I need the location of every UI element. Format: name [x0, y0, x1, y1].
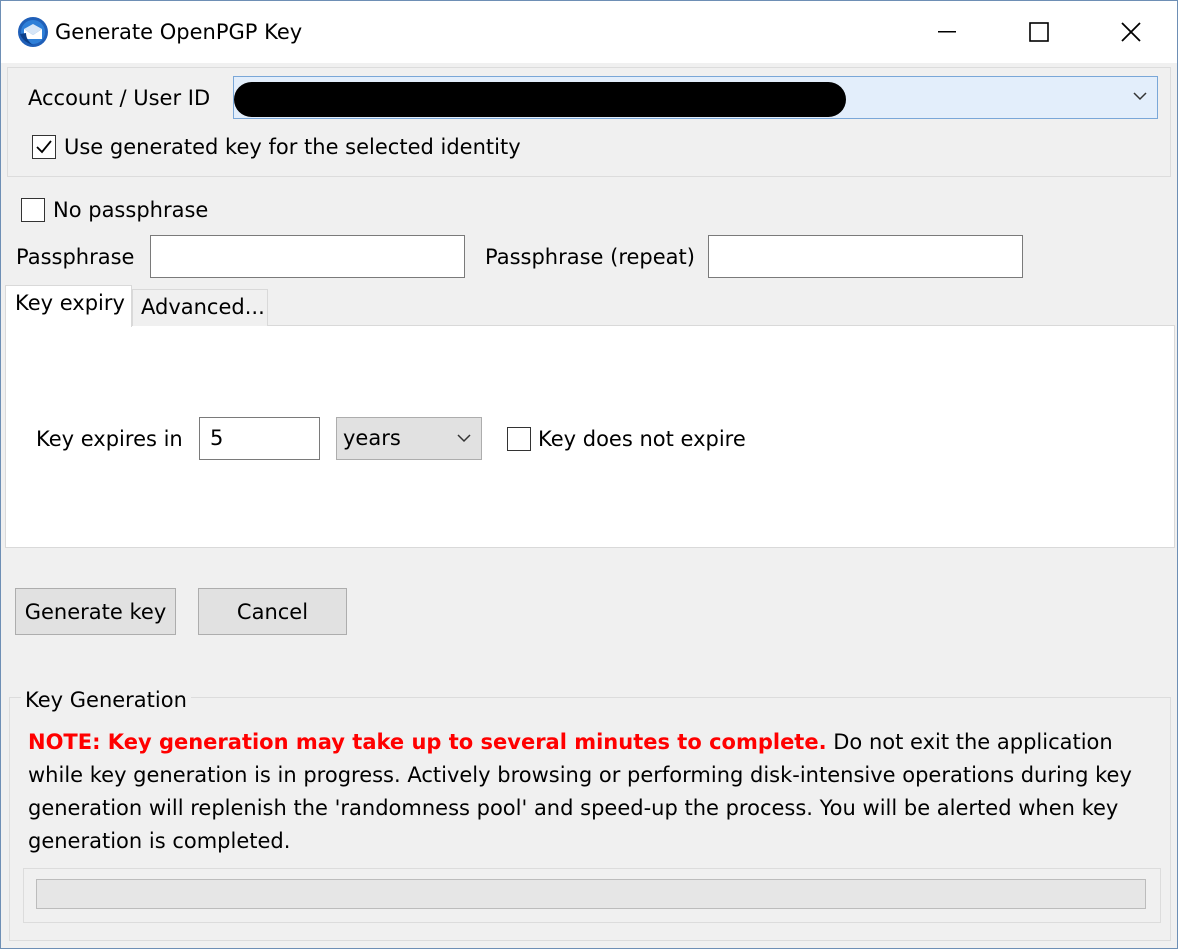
account-label: Account / User ID	[28, 86, 211, 110]
title-bar: Generate OpenPGP Key	[1, 1, 1177, 63]
generate-key-dialog: Generate OpenPGP Key Account / User ID U…	[0, 0, 1178, 949]
minimize-button[interactable]	[901, 1, 993, 63]
key-does-not-expire-checkbox[interactable]	[507, 427, 531, 451]
generate-key-button[interactable]: Generate key	[15, 588, 176, 635]
key-generation-progress-bar	[36, 879, 1146, 909]
close-icon	[1121, 22, 1141, 42]
chevron-down-icon	[457, 434, 471, 443]
no-passphrase-label: No passphrase	[53, 198, 209, 222]
key-expires-input[interactable]: 5	[199, 417, 320, 460]
checkmark-icon	[36, 140, 52, 154]
maximize-icon	[1029, 22, 1049, 42]
expiry-unit-select[interactable]: years	[336, 417, 482, 460]
passphrase-repeat-label: Passphrase (repeat)	[485, 245, 695, 269]
use-generated-key-checkbox[interactable]	[32, 135, 56, 159]
cancel-button[interactable]: Cancel	[198, 588, 347, 635]
key-expires-label: Key expires in	[36, 427, 183, 451]
chevron-down-icon	[1133, 92, 1147, 101]
close-button[interactable]	[1085, 1, 1177, 63]
no-passphrase-checkbox[interactable]	[21, 198, 45, 222]
passphrase-input[interactable]	[150, 235, 465, 278]
passphrase-repeat-input[interactable]	[708, 235, 1023, 278]
redacted-account-value	[234, 82, 846, 117]
thunderbird-icon	[18, 17, 48, 47]
tab-advanced[interactable]: Advanced...	[132, 289, 268, 326]
key-generation-note: NOTE: Key generation may take up to seve…	[28, 726, 1153, 858]
tab-key-expiry[interactable]: Key expiry	[5, 285, 132, 327]
window-title: Generate OpenPGP Key	[55, 20, 303, 44]
use-generated-key-label: Use generated key for the selected ident…	[64, 135, 521, 159]
key-does-not-expire-label: Key does not expire	[538, 427, 746, 451]
account-select[interactable]	[233, 76, 1158, 119]
note-warning: NOTE: Key generation may take up to seve…	[28, 730, 827, 754]
expiry-unit-value: years	[343, 426, 401, 450]
passphrase-label: Passphrase	[16, 245, 135, 269]
key-generation-legend: Key Generation	[21, 687, 191, 713]
minimize-icon	[938, 31, 956, 33]
maximize-button[interactable]	[993, 1, 1085, 63]
